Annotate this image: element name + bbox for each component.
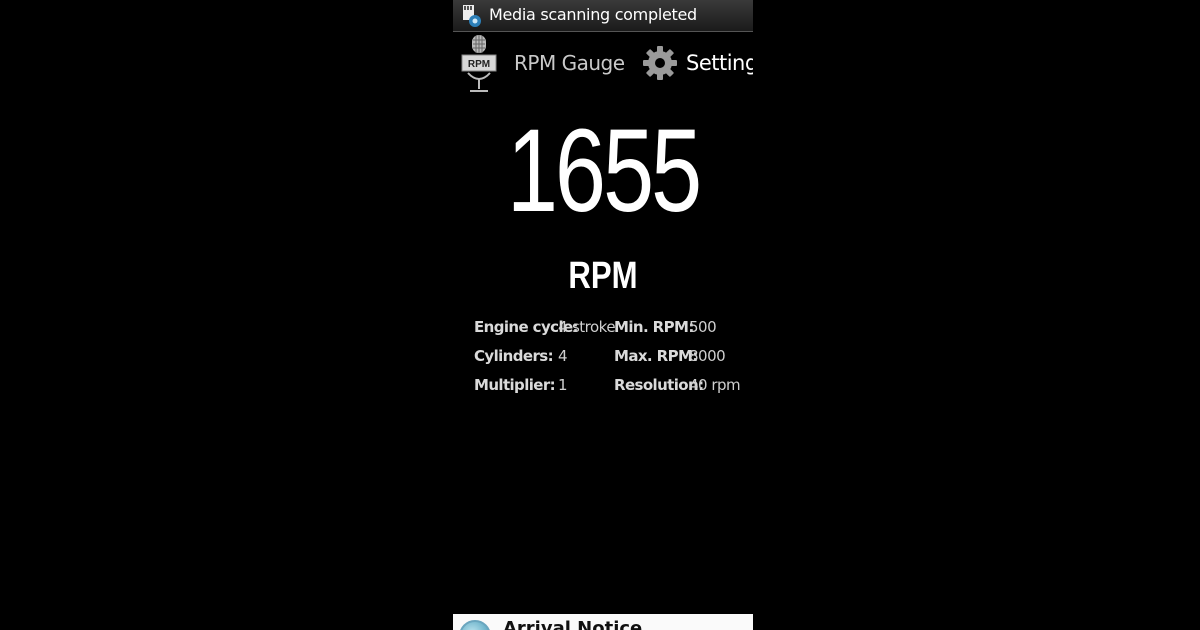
- arrival-notice-card[interactable]: Arrival Notice: [453, 614, 753, 630]
- rpm-unit-label: RPM: [568, 255, 638, 297]
- status-notification-text: Media scanning completed: [489, 5, 697, 24]
- rpm-value: 1655: [506, 105, 702, 237]
- min-rpm-label: Min. RPM:: [614, 318, 694, 336]
- multiplier-label: Multiplier:: [474, 376, 556, 394]
- engine-cycle-value: 4-stroke: [558, 318, 616, 336]
- info-row: Multiplier: 1 Resolution: 40 rpm: [474, 376, 744, 405]
- min-rpm-value: 500: [689, 318, 717, 336]
- engine-info-grid: Engine cycle: 4-stroke Min. RPM: 500 Cyl…: [474, 318, 744, 405]
- info-row: Cylinders: 4 Max. RPM: 8000: [474, 347, 744, 376]
- cylinders-value: 4: [558, 347, 568, 365]
- settings-button[interactable]: Settings: [639, 42, 753, 86]
- action-bar: RPM RPM Gauge Setting: [453, 32, 753, 96]
- cylinders-label: Cylinders:: [474, 347, 554, 365]
- app-icon-label: RPM: [468, 59, 490, 70]
- resolution-value: 40 rpm: [689, 376, 741, 394]
- multiplier-value: 1: [558, 376, 568, 394]
- max-rpm-value: 8000: [689, 347, 726, 365]
- rpm-microphone-icon: RPM: [461, 35, 497, 92]
- phone-screen: Media scanning completed RPM RPM Gauge S…: [453, 0, 753, 630]
- info-row: Engine cycle: 4-stroke Min. RPM: 500: [474, 318, 744, 347]
- arrival-notice-title: Arrival Notice: [503, 618, 643, 630]
- status-bar: Media scanning completed: [453, 0, 753, 32]
- notice-globe-icon: [459, 620, 491, 630]
- gear-icon: [643, 46, 677, 80]
- app-title: RPM Gauge: [514, 51, 625, 75]
- settings-label: Settings: [686, 51, 753, 75]
- sd-card-scan-icon: [463, 5, 481, 27]
- max-rpm-label: Max. RPM:: [614, 347, 698, 365]
